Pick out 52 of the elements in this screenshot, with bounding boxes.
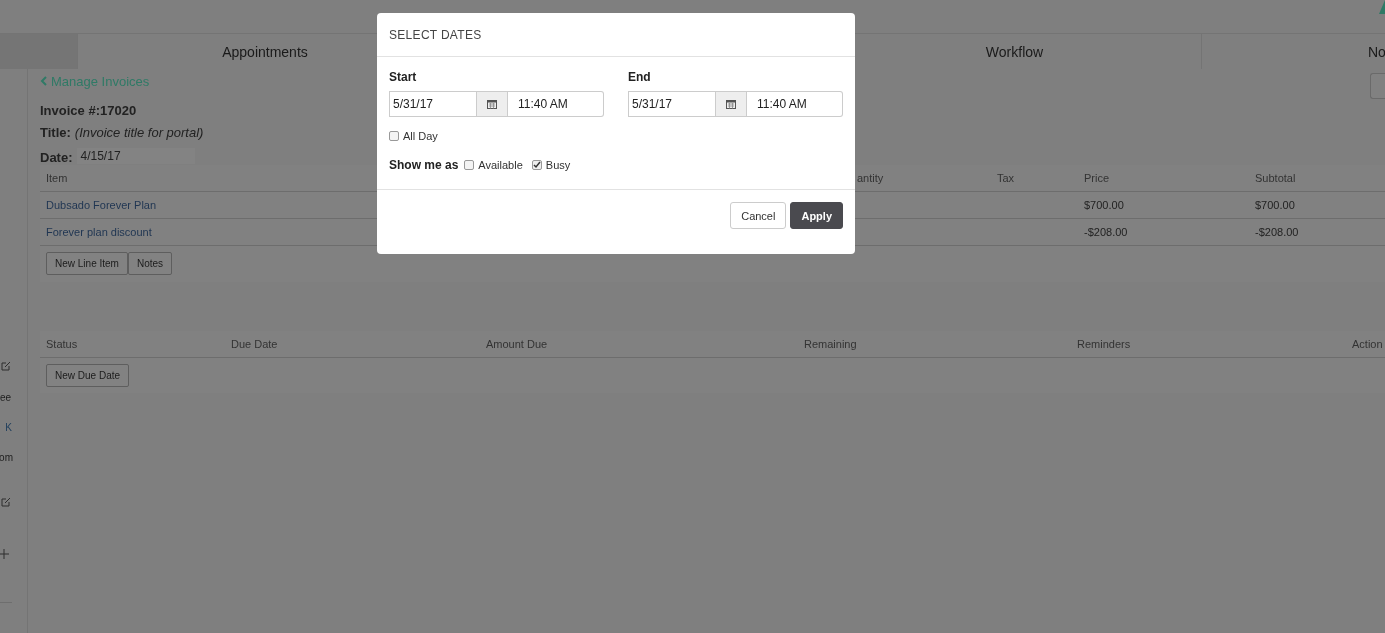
dialog-title: SELECT DATES [377,13,855,57]
time-input[interactable]: 11:40 AM [508,91,604,117]
checkbox-label: Busy [545,159,571,171]
column-header: Reminders [1077,338,1132,350]
column-header: Price [1084,172,1111,184]
table-cell-text: -$208.00 [1084,226,1129,238]
field-label: End [628,70,652,84]
cancel-button[interactable]: Cancel [730,202,787,229]
column-header: Action [1352,338,1384,350]
table-button[interactable]: New Line Item [46,252,128,275]
edit-icon[interactable] [1,361,11,371]
checkbox[interactable] [389,131,399,141]
column-header: Status [46,338,79,350]
column-header: Subtotal [1255,172,1297,184]
calendar-button[interactable] [476,91,508,117]
title-label: Title: [40,125,71,140]
checkbox-label: All Day [403,130,438,142]
column-header: Due Date [231,338,279,350]
calendar-icon [726,99,736,109]
checkbox[interactable] [531,160,542,170]
plus-icon[interactable] [0,549,9,559]
calendar-button[interactable] [715,91,747,117]
field-label: Start [389,70,418,84]
apply-button[interactable]: Apply [790,202,843,229]
column-header: Item [46,172,69,184]
table-cell-text: Dubsado Forever Plan [46,199,158,211]
sidebar-text: om [0,452,13,463]
chevron-left-icon [40,76,47,86]
column-header: Amount Due [486,338,549,350]
date-field[interactable]: 4/15/17 [76,147,195,164]
checkbox[interactable] [464,160,475,170]
nav-tab[interactable]: No [1202,34,1385,69]
table-cell-text: -$208.00 [1255,226,1300,238]
time-input[interactable]: 11:40 AM [747,91,843,117]
sidebar-link[interactable]: K [5,422,12,433]
table-cell-text: $700.00 [1255,199,1296,211]
table-cell-text: Forever plan discount [46,226,153,238]
sidebar-text: ee [0,392,11,403]
checkbox-label: Available [478,159,523,171]
column-header: Tax [997,172,1016,184]
column-header: antity [857,172,885,184]
table-button[interactable]: Notes [127,252,173,275]
invoice-number: Invoice #:17020 [40,103,137,119]
date-label: Date: [40,149,73,165]
column-header: Remaining [804,338,858,350]
logo-icon [1379,0,1385,16]
invoice-title: (Invoice title for portal) [74,125,204,140]
table-button[interactable]: New Due Date [46,364,130,387]
calendar-icon [487,99,497,109]
edit-icon[interactable] [1,497,11,507]
field-label: Show me as [389,158,459,172]
table-cell-text: $700.00 [1084,199,1125,211]
